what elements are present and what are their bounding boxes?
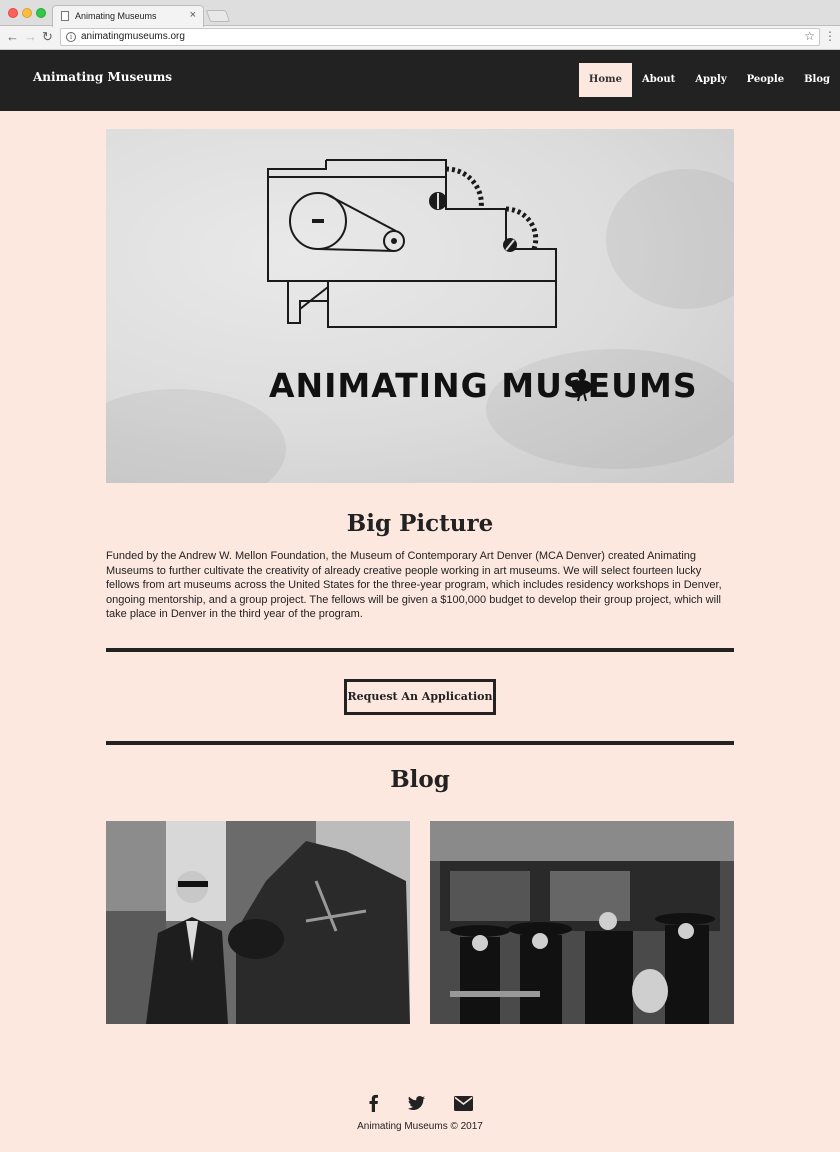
browser-menu-icon[interactable]: ⋮: [824, 30, 836, 42]
address-bar[interactable]: i animatingmuseums.org ☆: [60, 28, 820, 46]
tab-close-icon[interactable]: ×: [190, 9, 196, 21]
blog-post-image-mariachi[interactable]: [430, 821, 734, 1024]
document-icon: [61, 11, 69, 21]
divider: [106, 648, 734, 652]
reload-icon[interactable]: ↻: [42, 30, 53, 44]
tab-strip: Animating Museums ×: [0, 0, 840, 27]
animating-museums-logo: ANIMATING MUSEUMS: [267, 159, 698, 405]
back-arrow-icon[interactable]: ←: [6, 30, 19, 44]
minimize-window-button[interactable]: [22, 8, 32, 18]
big-picture-text: Funded by the Andrew W. Mellon Foundatio…: [106, 550, 722, 621]
blog-post-image-llama[interactable]: [106, 821, 410, 1024]
blog-heading: Blog: [390, 766, 450, 793]
url-text[interactable]: animatingmuseums.org: [81, 31, 185, 42]
twitter-icon[interactable]: [408, 1096, 425, 1110]
nav-blog[interactable]: Blog: [794, 63, 840, 97]
site-header: Animating Museums Home About Apply Peopl…: [0, 50, 840, 111]
logo-wordmark: ANIMATING MUSEUMS: [269, 366, 698, 405]
maximize-window-button[interactable]: [36, 8, 46, 18]
forward-arrow-icon[interactable]: →: [24, 30, 37, 44]
hero-image: ANIMATING MUSEUMS: [106, 129, 734, 483]
main-nav: Home About Apply People Blog: [578, 63, 840, 97]
bookmark-star-icon[interactable]: ☆: [804, 29, 815, 43]
social-links: [0, 1094, 840, 1114]
nav-about[interactable]: About: [632, 63, 685, 97]
tab-title: Animating Museums: [75, 11, 157, 21]
site-brand[interactable]: Animating Museums: [33, 70, 172, 84]
copyright-text: Animating Museums © 2017: [357, 1121, 483, 1132]
divider: [106, 741, 734, 745]
new-tab-button[interactable]: [205, 10, 231, 22]
info-icon[interactable]: i: [66, 32, 76, 42]
facebook-icon[interactable]: [367, 1094, 379, 1112]
browser-chrome: Animating Museums × ← → ↻ i animatingmus…: [0, 0, 840, 50]
nav-people[interactable]: People: [737, 63, 794, 97]
browser-tab[interactable]: Animating Museums ×: [52, 5, 204, 27]
big-picture-heading: Big Picture: [346, 510, 494, 537]
request-application-button[interactable]: Request An Application: [344, 679, 496, 715]
nav-home[interactable]: Home: [578, 63, 632, 97]
close-window-button[interactable]: [8, 8, 18, 18]
nav-apply[interactable]: Apply: [685, 63, 736, 97]
envelope-icon[interactable]: [454, 1096, 473, 1111]
